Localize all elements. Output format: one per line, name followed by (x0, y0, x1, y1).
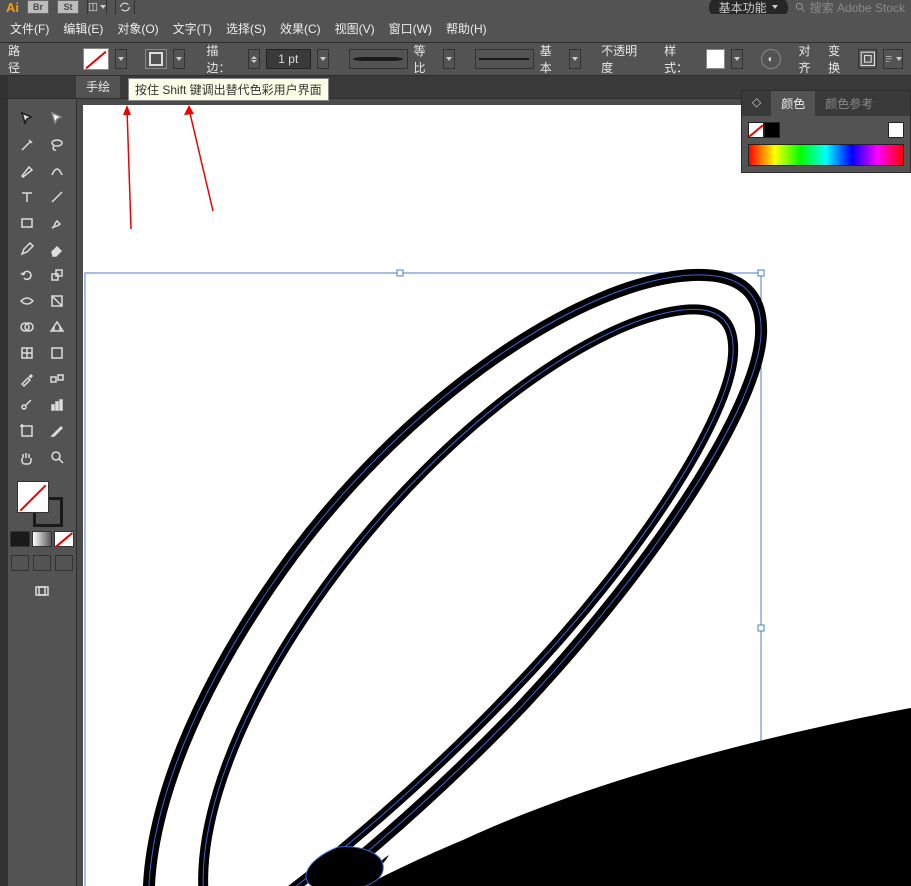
magic-wand-tool[interactable] (12, 133, 42, 157)
menu-window[interactable]: 窗口(W) (389, 20, 432, 37)
graph-tool[interactable] (42, 393, 72, 417)
stock-icon[interactable]: St (57, 0, 79, 14)
brush-definition[interactable] (475, 49, 534, 69)
panel-stroke-swatch[interactable] (764, 122, 780, 138)
graphic-style-swatch[interactable] (706, 49, 726, 69)
gradient-tool[interactable] (42, 341, 72, 365)
bridge-icon[interactable]: Br (27, 0, 49, 14)
menu-bar: 文件(F) 编辑(E) 对象(O) 文字(T) 选择(S) 效果(C) 视图(V… (0, 14, 911, 43)
pen-tool[interactable] (12, 159, 42, 183)
perspective-tool[interactable] (42, 315, 72, 339)
scale-tool[interactable] (42, 263, 72, 287)
color-mode-gradient[interactable] (32, 531, 52, 547)
selection-tool[interactable] (12, 107, 42, 131)
menu-effect[interactable]: 效果(C) (280, 20, 321, 37)
rotate-tool[interactable] (12, 263, 42, 287)
type-tool[interactable] (12, 185, 42, 209)
shape-builder-tool[interactable] (12, 315, 42, 339)
fill-color-swatch[interactable] (83, 48, 110, 70)
menu-select[interactable]: 选择(S) (226, 20, 266, 37)
draw-normal[interactable] (11, 555, 29, 571)
artboard-tool[interactable] (12, 419, 42, 443)
color-panel[interactable]: ◇ 颜色 颜色参考 (741, 90, 911, 173)
color-mode-solid[interactable] (10, 531, 30, 547)
recolor-button[interactable]: ◐ (761, 49, 781, 69)
tab-color-guide[interactable]: 颜色参考 (815, 91, 883, 116)
search-icon (794, 1, 806, 13)
rectangle-tool[interactable] (12, 211, 42, 235)
screen-mode[interactable] (27, 579, 57, 603)
tool-panel (8, 99, 77, 886)
paintbrush-tool[interactable] (42, 211, 72, 235)
slice-tool[interactable] (42, 419, 72, 443)
draw-behind[interactable] (33, 555, 51, 571)
panel-white-swatch[interactable] (888, 122, 904, 138)
menu-edit[interactable]: 编辑(E) (63, 20, 103, 37)
brush-dropdown[interactable] (569, 49, 581, 69)
color-mode-none[interactable] (54, 531, 74, 547)
opacity-label[interactable]: 不透明度 (601, 42, 648, 76)
blend-tool[interactable] (42, 367, 72, 391)
menu-file[interactable]: 文件(F) (10, 20, 49, 37)
hand-tool[interactable] (12, 445, 42, 469)
menu-help[interactable]: 帮助(H) (446, 20, 487, 37)
eraser-tool[interactable] (42, 237, 72, 261)
curvature-tool[interactable] (42, 159, 72, 183)
control-bar: 路径 描边： 1 pt 等比 基本 不透明度 样式： ◐ 对齐 变换 (0, 43, 911, 76)
transform-link[interactable]: 变换 (828, 42, 852, 76)
weight-dropdown[interactable] (317, 49, 329, 69)
fill-stroke-indicator[interactable] (17, 481, 67, 527)
app-logo: Ai (6, 0, 19, 15)
document-tab[interactable]: 手绘 (76, 76, 120, 98)
tab-color[interactable]: 颜色 (771, 91, 815, 116)
width-tool[interactable] (12, 289, 42, 313)
style-dropdown[interactable] (731, 49, 743, 69)
profile-label: 等比 (414, 42, 438, 76)
stroke-label: 描边： (206, 42, 241, 76)
selection-kind: 路径 (8, 42, 32, 76)
fill-indicator[interactable] (17, 481, 49, 513)
canvas[interactable] (83, 105, 911, 886)
stroke-weight-input[interactable]: 1 pt (266, 49, 311, 69)
menu-view[interactable]: 视图(V) (335, 20, 375, 37)
stroke-dropdown[interactable] (173, 49, 185, 69)
pencil-tool[interactable] (12, 237, 42, 261)
eyedropper-tool[interactable] (12, 367, 42, 391)
draw-inside[interactable] (55, 555, 73, 571)
direct-selection-tool[interactable] (42, 107, 72, 131)
free-transform-tool[interactable] (42, 289, 72, 313)
zoom-tool[interactable] (42, 445, 72, 469)
style-label: 样式： (664, 42, 699, 76)
isolate-button[interactable] (858, 49, 878, 69)
symbol-sprayer-tool[interactable] (12, 393, 42, 417)
fill-dropdown[interactable] (115, 49, 127, 69)
brush-label: 基本 (540, 42, 564, 76)
align-menu[interactable] (883, 49, 903, 69)
width-profile[interactable] (349, 49, 408, 69)
line-tool[interactable] (42, 185, 72, 209)
lasso-tool[interactable] (42, 133, 72, 157)
artwork (83, 105, 911, 886)
align-link[interactable]: 对齐 (799, 42, 823, 76)
color-indicator: ◇ (742, 91, 771, 116)
weight-stepper[interactable] (248, 49, 260, 69)
profile-dropdown[interactable] (443, 49, 455, 69)
stroke-color-swatch[interactable] (145, 49, 167, 69)
tooltip: 按住 Shift 键调出替代色彩用户界面 (128, 78, 329, 101)
mesh-tool[interactable] (12, 341, 42, 365)
panel-fill-swatch[interactable] (748, 122, 764, 138)
menu-object[interactable]: 对象(O) (117, 20, 158, 37)
chevron-down-icon (772, 5, 778, 9)
menu-type[interactable]: 文字(T) (173, 20, 212, 37)
color-spectrum[interactable] (748, 144, 904, 166)
